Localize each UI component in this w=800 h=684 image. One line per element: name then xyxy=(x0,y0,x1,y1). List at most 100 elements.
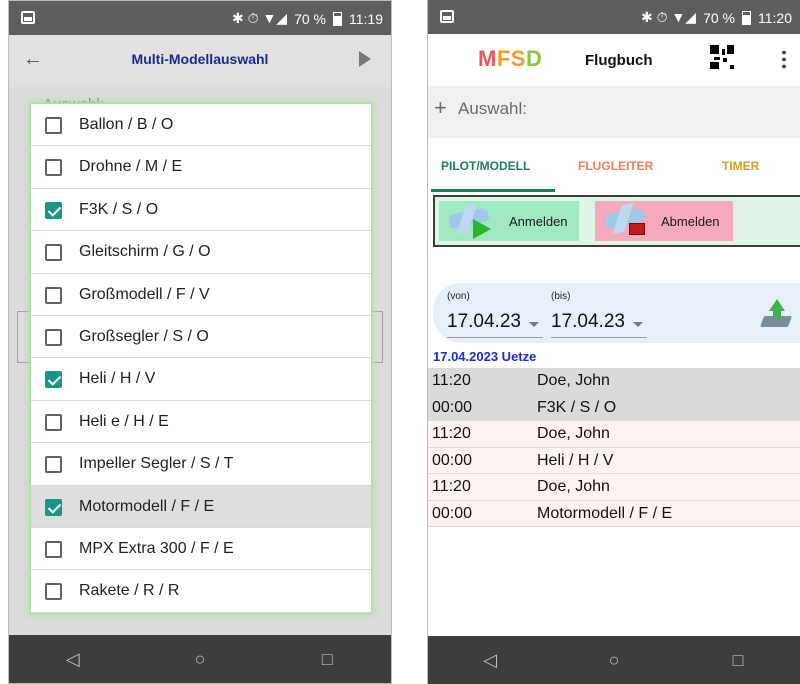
log-time: 00:00 xyxy=(432,398,473,416)
upload-icon[interactable] xyxy=(759,299,793,327)
nav-back-icon[interactable]: ◁ xyxy=(470,650,510,671)
checkbox-icon[interactable] xyxy=(45,244,62,262)
model-option[interactable]: Heli e / H / E xyxy=(31,401,371,444)
model-multiselect-dropdown[interactable]: Ballon / B / O Drohne / M / E F3K / S / O G… xyxy=(31,104,371,613)
from-date-dropdown[interactable]: 17.04.23 xyxy=(447,311,539,333)
nav-home-icon[interactable]: ○ xyxy=(594,650,634,671)
model-option-label: Rakete / R / R xyxy=(79,582,180,600)
model-option[interactable]: Großmodell / F / V xyxy=(31,274,371,316)
notification-image-icon xyxy=(21,11,35,24)
tab-flugleiter[interactable]: FLUGLEITER xyxy=(578,159,653,173)
model-option[interactable]: Großsegler / S / O xyxy=(31,316,371,359)
to-date-underline xyxy=(551,337,647,338)
abmelden-button[interactable]: Abmelden xyxy=(595,201,733,241)
log-row[interactable]: 11:20 Doe, John xyxy=(428,421,800,448)
page-title: Multi-Modellauswahl xyxy=(131,51,269,67)
model-option-label: Großsegler / S / O xyxy=(79,327,209,345)
checkbox-icon[interactable] xyxy=(45,159,62,177)
model-option-label: Drohne / M / E xyxy=(79,158,183,176)
from-date-label: (von) xyxy=(447,291,470,302)
left-phone-screen: ✱ ⏱ ▼◢ 70 % 11:19 ← Multi-Modellauswahl … xyxy=(8,0,392,684)
log-time: 11:20 xyxy=(432,425,471,442)
action-button-bar: Anmelden Abmelden xyxy=(433,195,800,247)
model-option[interactable]: MPX Extra 300 / F / E xyxy=(31,528,371,571)
anmelden-button[interactable]: Anmelden xyxy=(439,201,579,241)
auswahl-section[interactable]: + Auswahl: xyxy=(428,86,800,138)
app-header: ← Multi-Modellauswahl xyxy=(9,35,391,87)
tab-timer[interactable]: TIMER xyxy=(722,159,759,173)
model-option-label: Heli e / H / E xyxy=(79,412,169,430)
nav-home-icon[interactable]: ○ xyxy=(180,649,220,670)
abmelden-label: Abmelden xyxy=(661,214,720,229)
checkbox-icon[interactable] xyxy=(45,117,62,134)
model-option[interactable]: Ballon / B / O xyxy=(31,104,371,147)
nav-recents-icon[interactable]: □ xyxy=(307,649,347,670)
checkbox-checked-icon[interactable] xyxy=(45,498,62,516)
play-arrow-icon xyxy=(473,219,491,239)
log-detail: Doe, John xyxy=(537,425,610,442)
nav-back-icon[interactable]: ◁ xyxy=(53,649,93,670)
system-nav-bar: ◁ ○ □ xyxy=(9,635,391,683)
more-vert-icon[interactable] xyxy=(782,49,786,69)
checkbox-checked-icon[interactable] xyxy=(45,201,62,219)
status-bar: ✱ ⏱ ▼◢ 70 % 11:20 xyxy=(428,0,800,34)
tab-bar: PILOT/MODELL FLUGLEITER TIMER xyxy=(428,142,800,192)
plus-icon[interactable]: + xyxy=(434,95,447,121)
to-date-dropdown[interactable]: 17.04.23 xyxy=(551,311,643,333)
model-option[interactable]: Drohne / M / E xyxy=(31,146,371,189)
log-time: 00:00 xyxy=(432,451,473,469)
tab-pilot-modell[interactable]: PILOT/MODELL xyxy=(441,159,530,173)
model-option[interactable]: Rakete / R / R xyxy=(31,570,371,613)
right-phone-screen: ✱ ⏱ ▼◢ 70 % 11:20 MFSD Flugbuch + Auswah… xyxy=(427,0,800,684)
checkbox-icon[interactable] xyxy=(45,583,62,601)
log-time: 11:20 xyxy=(432,478,471,495)
active-tab-indicator xyxy=(431,189,555,192)
log-detail: Heli / H / V xyxy=(537,451,614,469)
anmelden-label: Anmelden xyxy=(509,214,568,229)
clock: 11:20 xyxy=(758,9,792,26)
model-option-label: F3K / S / O xyxy=(79,200,159,218)
battery-percent: 70 % xyxy=(703,9,735,26)
qr-code-icon[interactable] xyxy=(709,44,735,70)
mfsd-logo: MFSD xyxy=(478,46,543,71)
model-option[interactable]: Heli / H / V xyxy=(31,358,371,401)
model-option-label: Heli / H / V xyxy=(79,370,156,388)
model-option-label: Großmodell / F / V xyxy=(79,285,210,303)
battery-percent: 70 % xyxy=(294,10,326,27)
log-row[interactable]: 00:00 F3K / S / O xyxy=(428,394,800,421)
notification-image-icon xyxy=(440,10,454,23)
status-icons: ✱ ⏱ ▼◢ xyxy=(641,9,697,25)
log-time: 11:20 xyxy=(432,372,471,389)
log-row[interactable]: 11:20 Doe, John xyxy=(428,368,800,395)
date-range-bar: (von) 17.04.23 (bis) 17.04.23 xyxy=(433,283,800,343)
model-option[interactable]: Impeller Segler / S / T xyxy=(31,443,371,486)
checkbox-icon[interactable] xyxy=(45,286,62,304)
model-option-label: Ballon / B / O xyxy=(79,116,174,133)
model-option[interactable]: Motormodell / F / E xyxy=(31,485,371,528)
model-option-label: MPX Extra 300 / F / E xyxy=(79,539,234,557)
checkbox-icon[interactable] xyxy=(45,456,62,474)
model-option[interactable]: F3K / S / O xyxy=(31,189,371,232)
log-detail: F3K / S / O xyxy=(537,398,617,416)
auswahl-label: Auswahl: xyxy=(458,99,527,118)
clock: 11:19 xyxy=(349,10,383,27)
system-nav-bar: ◁ ○ □ xyxy=(428,636,800,684)
checkbox-icon[interactable] xyxy=(45,413,62,431)
checkbox-checked-icon[interactable] xyxy=(45,371,62,389)
status-bar: ✱ ⏱ ▼◢ 70 % 11:19 xyxy=(9,1,391,35)
battery-icon xyxy=(742,10,751,25)
log-row[interactable]: 00:00 Motormodell / F / E xyxy=(428,500,800,527)
play-icon[interactable] xyxy=(359,51,371,67)
checkbox-icon[interactable] xyxy=(45,328,62,346)
log-row[interactable]: 11:20 Doe, John xyxy=(428,474,800,501)
log-row[interactable]: 00:00 Heli / H / V xyxy=(428,447,800,474)
log-group-title: 17.04.2023 Uetze xyxy=(428,346,800,368)
to-date-label: (bis) xyxy=(551,291,571,302)
checkbox-icon[interactable] xyxy=(45,540,62,558)
log-detail: Doe, John xyxy=(537,478,610,495)
nav-recents-icon[interactable]: □ xyxy=(718,650,758,671)
app-bar: MFSD Flugbuch xyxy=(428,34,800,86)
model-option-label: Motormodell / F / E xyxy=(79,497,215,515)
log-detail: Motormodell / F / E xyxy=(537,504,673,522)
model-option[interactable]: Gleitschirm / G / O xyxy=(31,231,371,274)
